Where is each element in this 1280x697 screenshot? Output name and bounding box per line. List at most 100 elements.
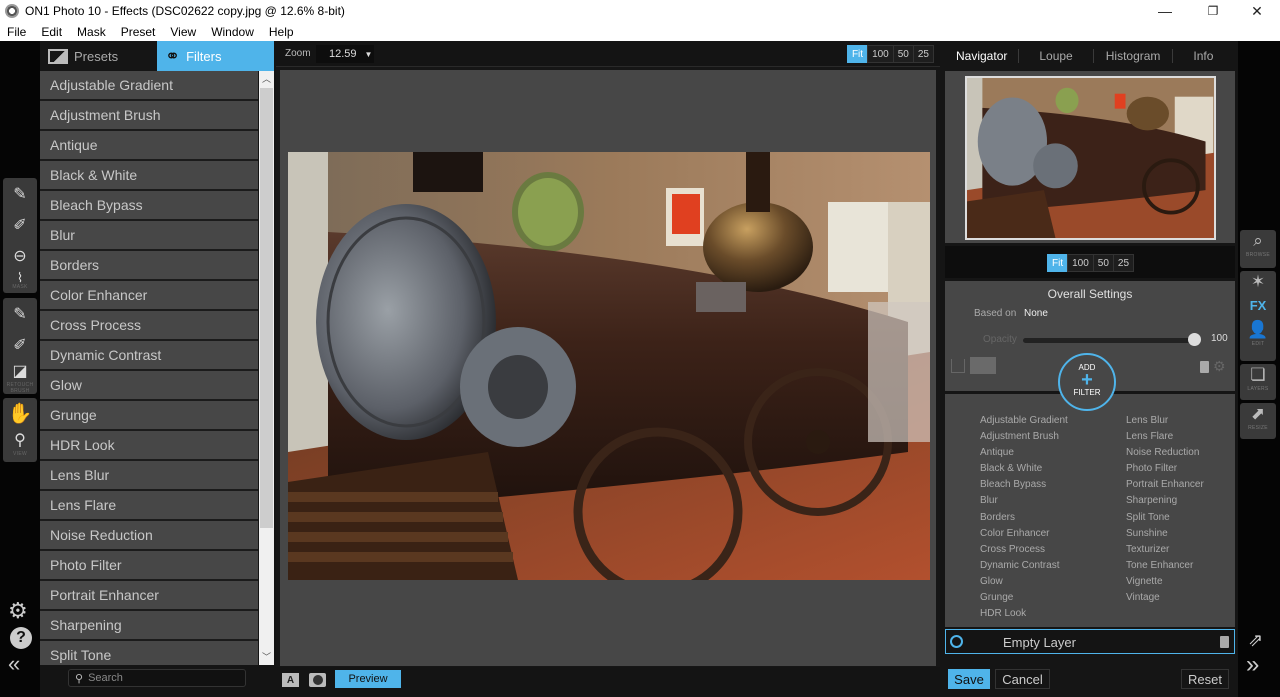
reset-button[interactable]: Reset	[1181, 669, 1229, 689]
filter-item[interactable]: Antique	[40, 131, 258, 161]
filter-list-scrollbar[interactable]: ︿ ﹀	[259, 71, 274, 665]
line-mask-icon[interactable]: ⊖	[3, 240, 37, 271]
menu-edit[interactable]: Edit	[41, 25, 62, 39]
filter-item[interactable]: Split Tone	[40, 641, 258, 665]
filter-item[interactable]: Lens Blur	[40, 461, 258, 491]
filter-item[interactable]: Sharpening	[40, 611, 258, 641]
scrollbar-thumb[interactable]	[260, 88, 273, 528]
mask-view-icon[interactable]	[309, 673, 326, 687]
scroll-down-icon[interactable]: ﹀	[259, 649, 274, 665]
chisel-mask-icon[interactable]: ⌇	[3, 270, 37, 285]
filter-option[interactable]: Noise Reduction	[1126, 447, 1204, 463]
filter-item[interactable]: Portrait Enhancer	[40, 581, 258, 611]
retouch-brush-icon[interactable]: ✐	[3, 329, 37, 360]
menu-preset[interactable]: Preset	[121, 25, 156, 39]
filter-item[interactable]: Adjustable Gradient	[40, 71, 258, 101]
restore-button[interactable]: ❐	[1190, 0, 1236, 22]
filter-item[interactable]: HDR Look	[40, 431, 258, 461]
layer-row[interactable]: Empty Layer	[945, 629, 1235, 654]
layer-trash-icon[interactable]	[1220, 636, 1229, 648]
module-effects[interactable]: FX	[1240, 293, 1276, 319]
filter-item[interactable]: Color Enhancer	[40, 281, 258, 311]
filter-option[interactable]: Black & White	[980, 463, 1068, 479]
collapse-right-icon[interactable]: »	[1246, 651, 1259, 679]
hand-icon[interactable]: ✋	[3, 398, 37, 429]
photo-preview[interactable]	[288, 152, 930, 580]
filter-option[interactable]: Glow	[980, 576, 1068, 592]
masking-bug-icon[interactable]: ✐	[3, 209, 37, 240]
filter-search-input[interactable]: ⚲ Search	[68, 669, 246, 687]
menu-mask[interactable]: Mask	[77, 25, 106, 39]
filter-option[interactable]: Lens Flare	[1126, 431, 1204, 447]
minimize-button[interactable]: —	[1142, 0, 1188, 22]
nav-zoom-50-button[interactable]: 50	[1092, 254, 1114, 272]
filter-item[interactable]: Photo Filter	[40, 551, 258, 581]
filter-item[interactable]: Bleach Bypass	[40, 191, 258, 221]
filter-item[interactable]: Borders	[40, 251, 258, 281]
nav-zoom-25-button[interactable]: 25	[1112, 254, 1135, 272]
filter-option[interactable]: Borders	[980, 512, 1068, 528]
filter-item[interactable]: Dynamic Contrast	[40, 341, 258, 371]
tab-filters[interactable]: ⚭ Filters	[157, 41, 274, 71]
filter-option[interactable]: Adjustable Gradient	[980, 415, 1068, 431]
scroll-up-icon[interactable]: ︿	[259, 71, 274, 87]
zoom-dropdown[interactable]: 12.59 ▼	[316, 45, 374, 63]
portrait-icon[interactable]: 👤	[1240, 319, 1276, 341]
filter-option[interactable]: Tone Enhancer	[1126, 560, 1204, 576]
preview-button[interactable]: Preview	[335, 670, 401, 688]
filter-item[interactable]: Glow	[40, 371, 258, 401]
menu-file[interactable]: File	[7, 25, 26, 39]
tab-navigator[interactable]: Navigator	[945, 49, 1020, 63]
nav-zoom-100-button[interactable]: 100	[1067, 254, 1094, 272]
cancel-button[interactable]: Cancel	[995, 669, 1050, 689]
filter-option[interactable]: Sunshine	[1126, 528, 1204, 544]
zoom-icon[interactable]: ⚲	[3, 429, 37, 451]
navigator-thumbnail[interactable]	[965, 76, 1216, 240]
filter-option[interactable]: Dynamic Contrast	[980, 560, 1068, 576]
tab-presets[interactable]: Presets	[40, 41, 157, 71]
filter-item[interactable]: Adjustment Brush	[40, 101, 258, 131]
filter-option[interactable]: Photo Filter	[1126, 463, 1204, 479]
filter-option[interactable]: Sharpening	[1126, 495, 1204, 511]
close-button[interactable]: ✕	[1234, 0, 1280, 22]
filter-item[interactable]: Blur	[40, 221, 258, 251]
add-filter-button[interactable]: ADD + FILTER	[1058, 353, 1116, 411]
zoom-25-button[interactable]: 25	[912, 45, 934, 63]
menu-help[interactable]: Help	[269, 25, 294, 39]
module-layers[interactable]: ❏ LAYERS	[1240, 364, 1276, 400]
filter-option[interactable]: Portrait Enhancer	[1126, 479, 1204, 495]
filter-option[interactable]: Lens Blur	[1126, 415, 1204, 431]
filter-option[interactable]: HDR Look	[980, 608, 1068, 624]
mask-thumbnail[interactable]	[970, 357, 996, 374]
menu-window[interactable]: Window	[211, 25, 254, 39]
help-icon[interactable]: ?	[10, 627, 32, 649]
filter-item[interactable]: Grunge	[40, 401, 258, 431]
gear-icon[interactable]: ⚙	[1213, 358, 1226, 375]
filter-item[interactable]: Black & White	[40, 161, 258, 191]
based-on-value[interactable]: None	[1024, 308, 1048, 319]
filter-option[interactable]: Vignette	[1126, 576, 1204, 592]
opacity-slider[interactable]	[1023, 338, 1193, 343]
share-icon[interactable]: ⇗	[1248, 630, 1263, 651]
zoom-fit-button[interactable]: Fit	[846, 45, 869, 63]
refine-brush-icon[interactable]: ✎	[3, 298, 37, 329]
filter-option[interactable]: Grunge	[980, 592, 1068, 608]
layer-visibility-icon[interactable]	[950, 635, 963, 648]
tab-info[interactable]: Info	[1173, 49, 1233, 63]
nav-zoom-fit-button[interactable]: Fit	[1047, 254, 1069, 272]
tab-loupe[interactable]: Loupe	[1019, 49, 1094, 63]
tab-histogram[interactable]: Histogram	[1094, 49, 1174, 63]
mask-export-icon[interactable]	[951, 359, 965, 373]
opacity-value[interactable]: 100	[1211, 333, 1228, 344]
filter-option[interactable]: Adjustment Brush	[980, 431, 1068, 447]
settings-gear-icon[interactable]: ⚙	[8, 598, 28, 624]
image-canvas[interactable]	[280, 70, 936, 666]
filter-option[interactable]: Split Tone	[1126, 512, 1204, 528]
save-button[interactable]: Save	[948, 669, 990, 689]
filter-option[interactable]: Cross Process	[980, 544, 1068, 560]
filter-item[interactable]: Noise Reduction	[40, 521, 258, 551]
develop-wand-icon[interactable]: ✶	[1240, 271, 1276, 293]
zoom-50-button[interactable]: 50	[892, 45, 914, 63]
trash-icon[interactable]	[1200, 361, 1209, 373]
filter-option[interactable]: Antique	[980, 447, 1068, 463]
